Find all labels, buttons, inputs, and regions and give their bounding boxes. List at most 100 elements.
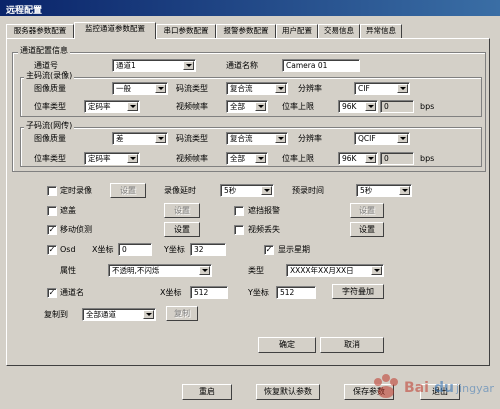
chevron-down-icon	[399, 186, 410, 195]
main-resolution-select[interactable]: CIF	[354, 82, 410, 95]
tab-transaction-info[interactable]: 交易信息	[318, 24, 360, 38]
mask-alarm-set-button[interactable]: 设置	[350, 203, 384, 218]
watermark-logo: Bai du jingyan	[364, 368, 496, 406]
chevron-down-icon	[255, 102, 266, 111]
copy-to-label: 复制到	[44, 310, 68, 319]
video-loss-label: 视频丢失	[248, 225, 280, 234]
osd-y-input[interactable]: 32	[190, 243, 226, 256]
channel-name-y-label: Y坐标	[248, 288, 269, 297]
svg-text:jingyan: jingyan	[455, 382, 494, 395]
channel-name-input[interactable]: Camera 01	[282, 59, 360, 72]
channel-name-osd-checkbox[interactable]: ✓	[47, 288, 57, 298]
sub-rate-limit-label: 位率上限	[282, 154, 314, 163]
tab-exception-info[interactable]: 异常信息	[360, 24, 402, 38]
cancel-button[interactable]: 取消	[320, 337, 384, 353]
sub-rate-limit-select[interactable]: 96K	[338, 152, 378, 165]
main-rate-limit-label: 位率上限	[282, 102, 314, 111]
mask-alarm-label: 遮挡报警	[248, 206, 280, 215]
main-resolution-label: 分辨率	[298, 84, 322, 93]
channel-name-label: 通道名称	[226, 61, 258, 70]
osd-type-select[interactable]: XXXX年XX月XX日	[286, 264, 384, 277]
chevron-down-icon	[199, 266, 210, 275]
sub-stream-type-select[interactable]: 复合流	[226, 132, 288, 145]
channel-name-x-label: X坐标	[160, 288, 182, 297]
osd-x-input[interactable]: 0	[118, 243, 152, 256]
osd-checkbox[interactable]: ✓	[47, 245, 57, 255]
sub-fps-label: 视频帧率	[176, 154, 208, 163]
tab-user-config[interactable]: 用户配置	[276, 24, 318, 38]
show-week-checkbox[interactable]: ✓	[264, 245, 274, 255]
chevron-down-icon	[365, 154, 376, 163]
pre-record-select[interactable]: 5秒	[356, 184, 412, 197]
title-bar: 远程配置	[0, 0, 500, 16]
channel-config-title: 通道配置信息	[18, 46, 70, 56]
motion-detect-set-button[interactable]: 设置	[164, 222, 200, 237]
chevron-down-icon	[127, 154, 138, 163]
timed-record-set-button[interactable]: 设置	[110, 183, 146, 198]
chevron-down-icon	[275, 84, 286, 93]
osd-y-label: Y坐标	[164, 245, 185, 254]
mask-set-button[interactable]: 设置	[164, 203, 200, 218]
svg-text:Bai: Bai	[404, 380, 429, 396]
main-stream-type-select[interactable]: 复合流	[226, 82, 288, 95]
video-loss-set-button[interactable]: 设置	[350, 222, 384, 237]
record-delay-label: 录像延时	[164, 186, 196, 195]
main-quality-select[interactable]: 一般	[112, 82, 168, 95]
sub-resolution-select[interactable]: QCIF	[354, 132, 410, 145]
chevron-down-icon	[371, 266, 382, 275]
window-title: 远程配置	[6, 6, 43, 16]
motion-detect-checkbox[interactable]: ✓	[47, 225, 57, 235]
copy-button[interactable]: 复制	[166, 306, 198, 321]
main-quality-label: 图像质量	[34, 84, 66, 93]
sub-quality-label: 图像质量	[34, 134, 66, 143]
char-overlay-button[interactable]: 字符叠加	[332, 284, 384, 299]
chevron-down-icon	[397, 84, 408, 93]
sub-stream-type-label: 码流类型	[176, 134, 208, 143]
chevron-down-icon	[143, 310, 154, 319]
sub-rate-limit-input[interactable]: 0	[380, 152, 414, 165]
osd-x-label: X坐标	[92, 245, 114, 254]
chevron-down-icon	[397, 134, 408, 143]
chevron-down-icon	[275, 134, 286, 143]
main-stream-title: 主码流(录像)	[24, 71, 75, 81]
record-delay-select[interactable]: 5秒	[220, 184, 274, 197]
timed-record-label: 定时录像	[60, 186, 92, 195]
motion-detect-label: 移动侦测	[60, 225, 92, 234]
channel-name-osd-label: 通道名	[60, 288, 84, 297]
sub-fps-select[interactable]: 全部	[226, 152, 268, 165]
ok-button[interactable]: 确定	[258, 337, 316, 353]
timed-record-checkbox[interactable]	[47, 186, 57, 196]
copy-target-select[interactable]: 全部通道	[82, 308, 156, 321]
mask-alarm-checkbox[interactable]	[234, 206, 244, 216]
osd-label: Osd	[60, 245, 76, 254]
chevron-down-icon	[255, 154, 266, 163]
main-rate-limit-input[interactable]: 0	[380, 100, 414, 113]
channel-no-select[interactable]: 通道1	[112, 59, 196, 72]
main-rate-type-select[interactable]: 定码率	[84, 100, 140, 113]
main-unit-label: bps	[420, 102, 435, 111]
sub-stream-title: 子码流(网传)	[24, 121, 75, 131]
main-rate-limit-select[interactable]: 96K	[338, 100, 378, 113]
channel-name-y-input[interactable]: 512	[276, 286, 316, 299]
chevron-down-icon	[155, 134, 166, 143]
main-stream-type-label: 码流类型	[176, 84, 208, 93]
restore-defaults-button[interactable]: 恢复默认参数	[256, 384, 320, 400]
tab-server-params[interactable]: 服务器参数配置	[6, 24, 74, 38]
sub-quality-select[interactable]: 差	[112, 132, 168, 145]
restart-button[interactable]: 重启	[182, 384, 232, 400]
chevron-down-icon	[183, 61, 194, 70]
main-fps-select[interactable]: 全部	[226, 100, 268, 113]
mask-checkbox[interactable]	[47, 206, 57, 216]
channel-name-x-input[interactable]: 512	[190, 286, 228, 299]
sub-rate-type-label: 位率类型	[34, 154, 66, 163]
osd-attr-select[interactable]: 不透明,不闪烁	[108, 264, 212, 277]
sub-unit-label: bps	[420, 154, 435, 163]
main-rate-type-label: 位率类型	[34, 102, 66, 111]
tab-alarm-params[interactable]: 报警参数配置	[216, 24, 276, 38]
tab-channel-params[interactable]: 监控通道参数配置	[74, 22, 156, 39]
show-week-label: 显示星期	[278, 245, 310, 254]
sub-rate-type-select[interactable]: 定码率	[84, 152, 140, 165]
video-loss-checkbox[interactable]	[234, 225, 244, 235]
tab-serial-params[interactable]: 串口参数配置	[156, 24, 216, 38]
chevron-down-icon	[155, 84, 166, 93]
